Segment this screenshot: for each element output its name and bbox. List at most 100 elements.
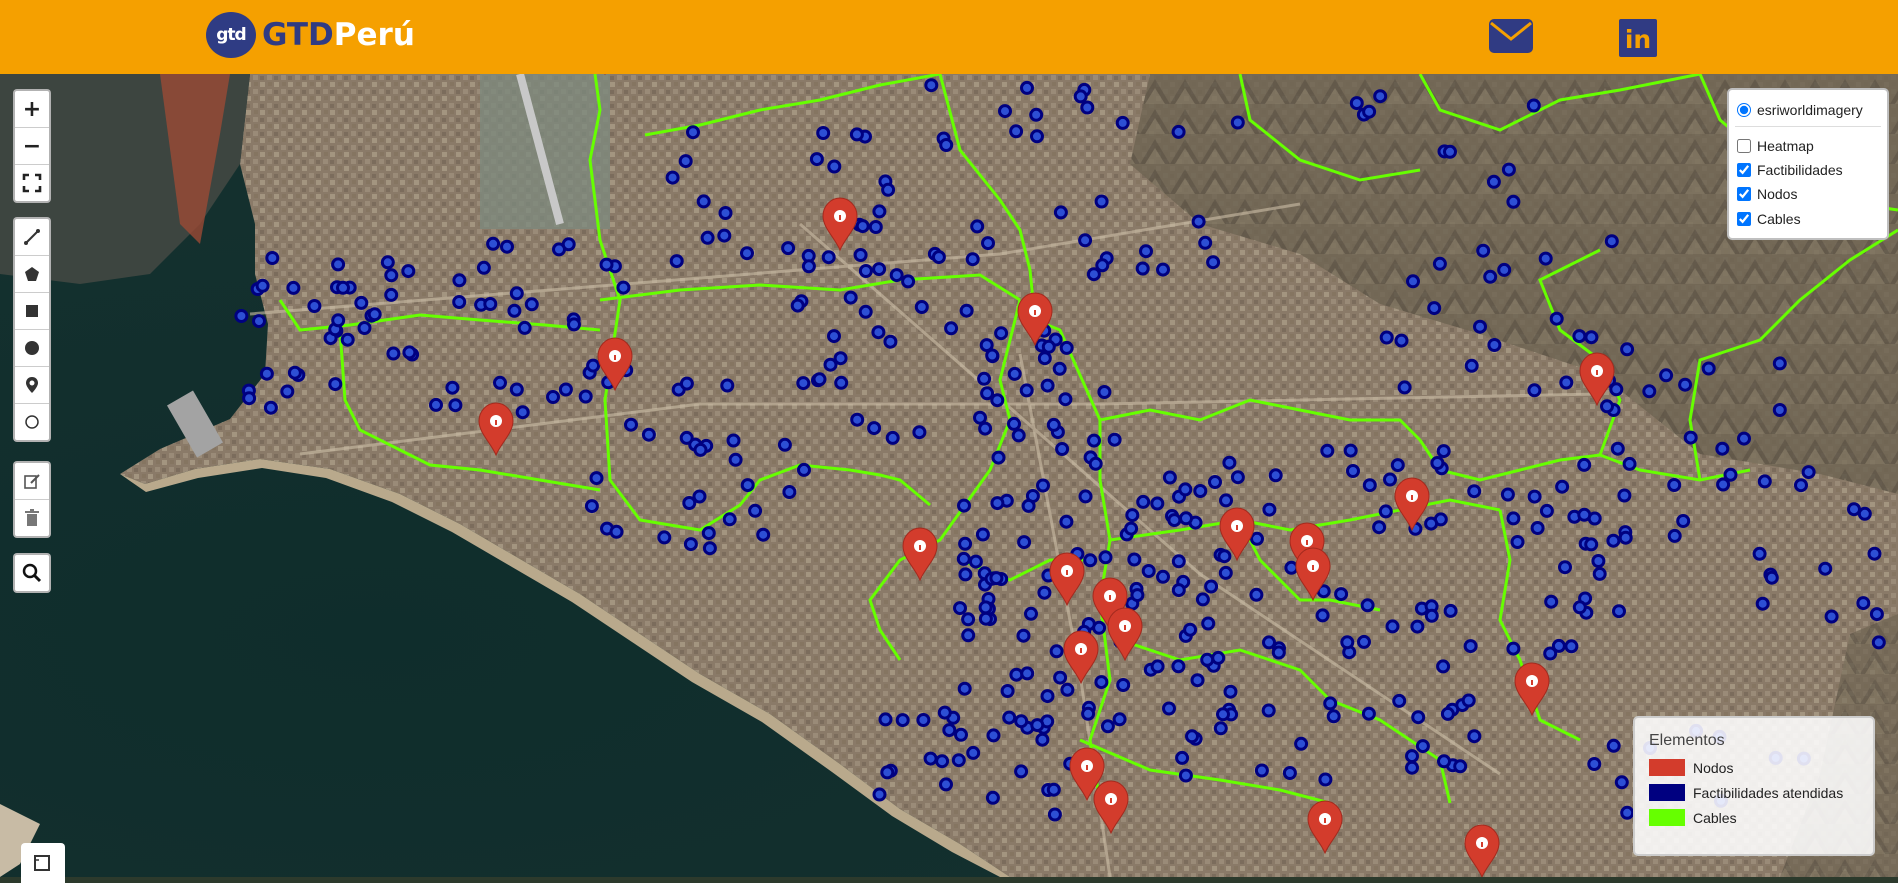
facility-point [1178,482,1193,497]
facility-point [1040,378,1055,393]
facility-point [1405,749,1419,764]
draw-circlemarker-button[interactable] [15,404,49,440]
overlay-nodos[interactable]: Nodos [1737,186,1797,202]
facility-point [957,681,972,696]
facility-point [1372,520,1387,535]
envelope-icon[interactable] [1488,18,1534,59]
facility-point [1326,709,1341,724]
edit-icon [24,474,40,489]
facility-point [1464,358,1479,373]
facility-point [665,170,680,185]
measure-button[interactable] [21,843,65,883]
facility-point [1461,693,1476,708]
facility-point [1078,233,1093,248]
legend-swatch [1649,809,1685,826]
legend-panel: Elementos Nodos Factibilidades atendidas… [1633,716,1875,856]
facility-point [1052,361,1067,376]
heatmap-checkbox[interactable] [1737,139,1751,153]
facility-point [923,751,938,766]
facility-point [328,377,343,392]
facility-point [827,329,841,344]
facility-point [1000,684,1015,698]
facility-point [1059,514,1074,529]
search-icon [22,563,42,583]
overlay-heatmap[interactable]: Heatmap [1737,138,1814,154]
satellite-map[interactable] [0,74,1898,877]
search-button[interactable] [15,555,49,591]
facility-point [524,297,539,312]
facility-point [718,206,733,220]
facility-point [878,712,893,727]
facility-point [1349,96,1364,111]
facility-point [1254,763,1269,778]
facility-point [1191,214,1206,229]
factibilidades-checkbox[interactable] [1737,163,1751,177]
facility-point [1618,530,1633,545]
cables-checkbox[interactable] [1737,212,1751,226]
facility-point [1622,456,1637,471]
zoom-out-button[interactable]: − [15,128,49,165]
facility-point [1587,757,1602,771]
node-pin-i [1080,648,1082,653]
map-canvas[interactable] [0,74,1898,877]
facility-point [1334,587,1349,602]
facility-point [966,745,981,760]
facility-point [881,182,896,197]
nodos-checkbox[interactable] [1737,187,1751,201]
node-pin-i [1236,525,1238,530]
facility-point [889,268,904,283]
facility-point [641,427,656,442]
overlay-cables[interactable]: Cables [1737,211,1801,227]
facility-point [895,713,910,728]
linkedin-icon[interactable]: in [1618,18,1658,63]
facility-point [1002,710,1017,725]
facility-point [1271,645,1286,660]
fullscreen-button[interactable] [15,165,49,201]
facility-point [1218,565,1233,580]
facility-point [1390,458,1405,473]
overlay-factibilidades[interactable]: Factibilidades [1737,162,1843,178]
facility-point [1167,513,1182,528]
facility-point [1049,644,1064,659]
facility-point [868,220,883,234]
facility-point [990,393,1005,408]
facility-point [1162,470,1177,485]
facility-point [965,252,980,267]
draw-polygon-button[interactable] [15,256,49,293]
edit-toolbar [13,461,51,538]
facility-point [740,478,755,493]
zoom-in-button[interactable]: + [15,91,49,128]
facility-point [1268,468,1283,483]
facility-point [476,260,491,275]
gtd-peru-logo[interactable]: gtd GTDPerú [206,12,415,58]
base-layer-radio[interactable] [1737,103,1751,117]
facility-point [901,274,916,289]
node-pin-i [1034,310,1036,315]
draw-polyline-button[interactable] [15,219,49,256]
facility-point [1030,718,1045,733]
facility-point [1175,750,1190,765]
facility-point [1424,608,1439,623]
node-pin-i [1066,570,1068,575]
edit-layers-button[interactable] [15,463,49,500]
node-pin-i [1481,842,1483,847]
facility-point [701,526,716,541]
facility-point [990,496,1005,511]
facility-point [1857,506,1872,521]
draw-marker-button[interactable] [15,367,49,404]
facility-point [978,611,993,626]
facility-point [1856,596,1871,611]
draw-circle-button[interactable] [15,330,49,367]
facility-point [872,204,887,219]
facility-point [1249,587,1264,602]
facility-point [1487,338,1502,352]
base-layer-option[interactable]: esriworldimagery [1737,102,1863,118]
facility-point [970,219,985,234]
header-bar: gtd GTDPerú in [0,0,1898,74]
facility-point [981,236,995,251]
delete-layers-button[interactable] [15,500,49,536]
facility-point [679,430,694,445]
draw-rectangle-button[interactable] [15,293,49,330]
facility-point [809,152,824,167]
facility-point [1080,100,1095,115]
